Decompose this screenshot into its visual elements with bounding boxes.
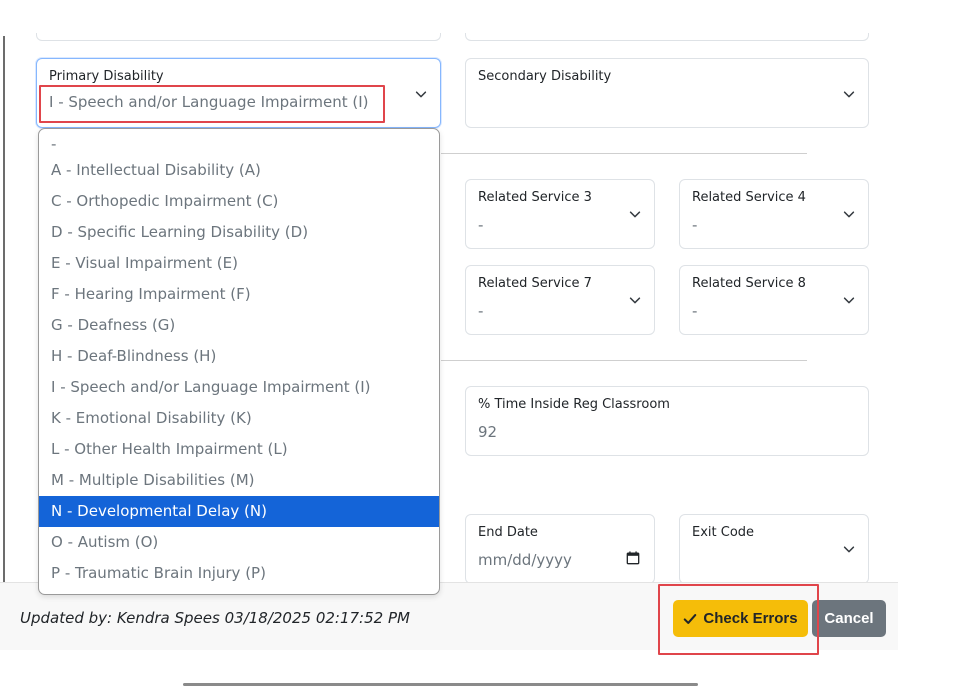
chevron-down-icon xyxy=(843,297,855,304)
time-inside-value: 92 xyxy=(478,423,498,441)
dropdown-option[interactable]: C - Orthopedic Impairment (C) xyxy=(39,186,439,217)
related-service-4-label: Related Service 4 xyxy=(692,190,806,205)
dropdown-option[interactable]: P - Traumatic Brain Injury (P) xyxy=(39,558,439,589)
secondary-disability-select[interactable]: Secondary Disability xyxy=(465,58,869,128)
secondary-disability-label: Secondary Disability xyxy=(478,69,612,84)
related-service-8-label: Related Service 8 xyxy=(692,276,806,291)
dropdown-option[interactable]: I - Speech and/or Language Impairment (I… xyxy=(39,372,439,403)
section-divider xyxy=(441,360,807,361)
chevron-down-icon xyxy=(843,211,855,218)
field-above-right[interactable] xyxy=(465,33,869,41)
chevron-down-icon xyxy=(415,91,427,98)
updated-by-text: Updated by: Kendra Spees 03/18/2025 02:1… xyxy=(20,609,410,627)
dropdown-option[interactable]: E - Visual Impairment (E) xyxy=(39,248,439,279)
left-border-rule xyxy=(3,36,5,650)
dropdown-option[interactable]: - xyxy=(39,129,439,155)
calendar-icon[interactable] xyxy=(626,551,640,565)
dropdown-option[interactable]: M - Multiple Disabilities (M) xyxy=(39,465,439,496)
related-service-4-value: - xyxy=(692,216,698,234)
dropdown-option[interactable]: K - Emotional Disability (K) xyxy=(39,403,439,434)
related-service-3-value: - xyxy=(478,216,484,234)
primary-disability-label: Primary Disability xyxy=(49,69,164,84)
related-service-7-select[interactable]: Related Service 7 - xyxy=(465,265,655,335)
related-service-8-value: - xyxy=(692,302,698,320)
related-service-3-select[interactable]: Related Service 3 - xyxy=(465,179,655,249)
related-service-3-label: Related Service 3 xyxy=(478,190,592,205)
exit-code-label: Exit Code xyxy=(692,525,755,540)
cancel-button[interactable]: Cancel xyxy=(812,600,886,637)
highlight-box-primary xyxy=(39,85,385,123)
end-date-input[interactable]: End Date mm/dd/yyyy xyxy=(465,514,655,584)
chevron-down-icon xyxy=(843,91,855,98)
chevron-down-icon xyxy=(843,546,855,553)
section-divider xyxy=(441,153,807,154)
time-inside-input[interactable]: % Time Inside Reg Classroom 92 xyxy=(465,386,869,456)
chevron-down-icon xyxy=(629,297,641,304)
cancel-label: Cancel xyxy=(824,610,874,627)
primary-disability-dropdown-list[interactable]: -A - Intellectual Disability (A) C - Orth… xyxy=(38,128,440,595)
exit-code-select[interactable]: Exit Code xyxy=(679,514,869,584)
dropdown-option[interactable]: A - Intellectual Disability (A) xyxy=(39,155,439,186)
end-date-placeholder: mm/dd/yyyy xyxy=(478,551,572,569)
dropdown-option[interactable]: N - Developmental Delay (N) xyxy=(39,496,439,527)
time-inside-label: % Time Inside Reg Classroom xyxy=(478,397,670,412)
dropdown-option[interactable]: F - Hearing Impairment (F) xyxy=(39,279,439,310)
highlight-box-check-errors xyxy=(658,584,819,655)
related-service-8-select[interactable]: Related Service 8 - xyxy=(679,265,869,335)
related-service-7-label: Related Service 7 xyxy=(478,276,592,291)
chevron-down-icon xyxy=(629,211,641,218)
end-date-label: End Date xyxy=(478,525,538,540)
dropdown-option[interactable]: G - Deafness (G) xyxy=(39,310,439,341)
related-service-4-select[interactable]: Related Service 4 - xyxy=(679,179,869,249)
dropdown-option[interactable]: H - Deaf-Blindness (H) xyxy=(39,341,439,372)
dropdown-option[interactable]: L - Other Health Impairment (L) xyxy=(39,434,439,465)
horizontal-scrollbar[interactable] xyxy=(183,683,698,686)
dropdown-option[interactable]: D - Specific Learning Disability (D) xyxy=(39,217,439,248)
related-service-7-value: - xyxy=(478,302,484,320)
field-above-left[interactable] xyxy=(36,33,441,41)
dropdown-option[interactable]: O - Autism (O) xyxy=(39,527,439,558)
